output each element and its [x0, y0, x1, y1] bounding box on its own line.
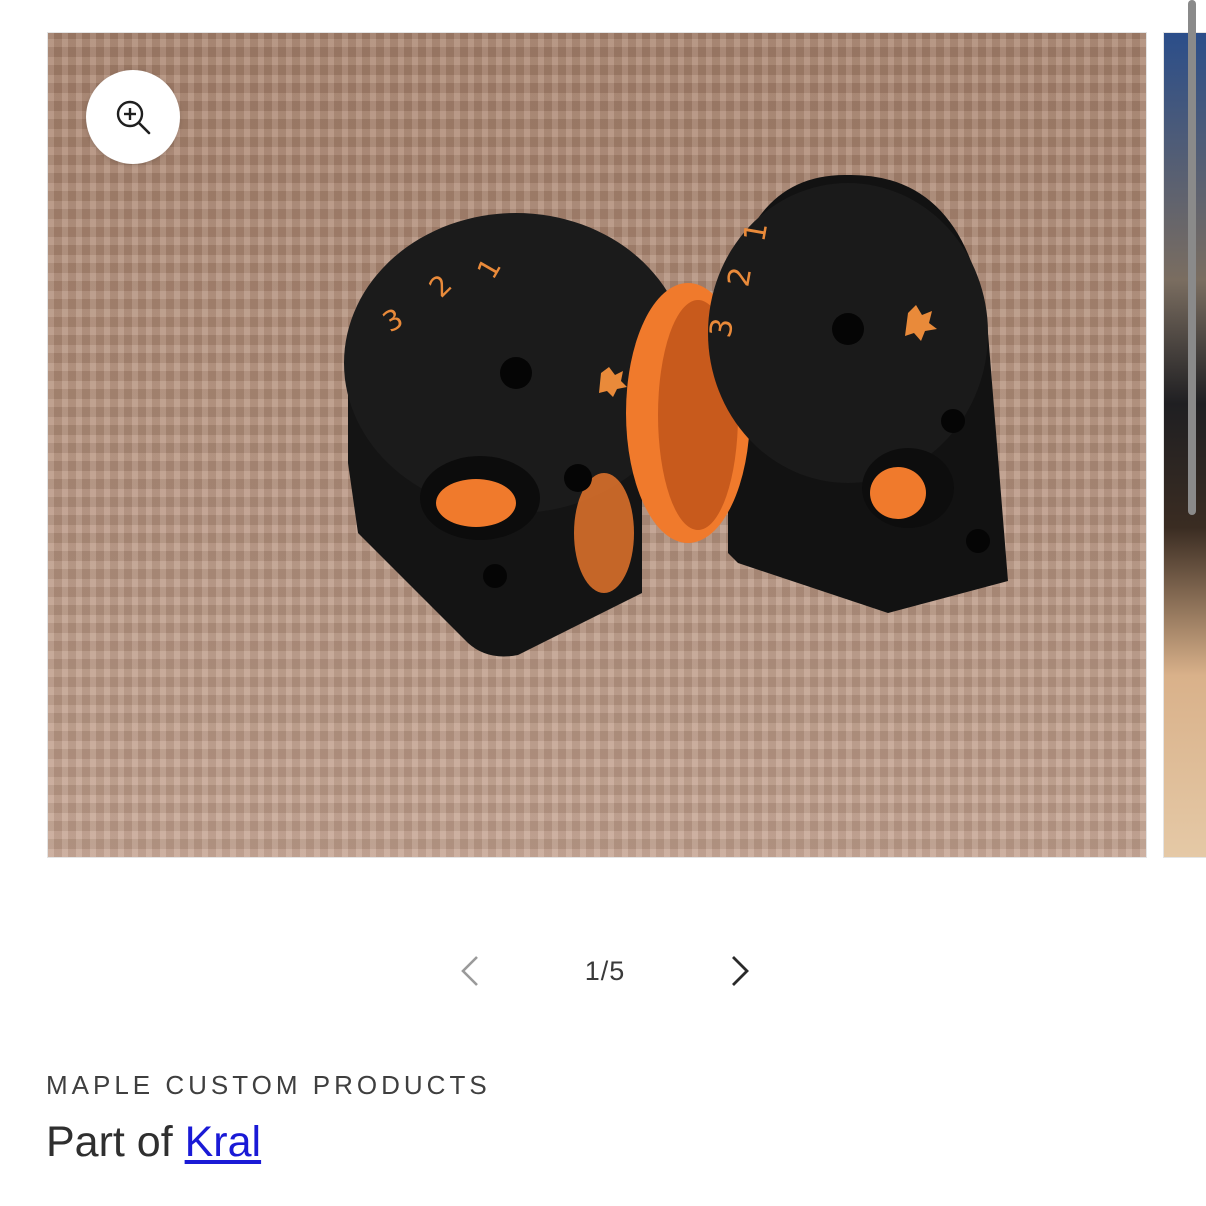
scrollbar-thumb[interactable] [1188, 0, 1196, 515]
chevron-right-icon [731, 956, 749, 986]
next-slide-button[interactable] [710, 941, 770, 1001]
slide-counter: 1/5 [584, 955, 626, 986]
product-image-slide-2-peek[interactable] [1163, 32, 1206, 858]
product-photo: 3 2 1 3 2 1 [344, 174, 1008, 657]
previous-slide-button[interactable] [440, 941, 500, 1001]
product-title: Part of Kral [46, 1118, 261, 1167]
product-image-slide-1[interactable]: 3 2 1 3 2 1 [47, 32, 1147, 858]
collection-link-kral[interactable]: Kral [185, 1118, 261, 1166]
chevron-left-icon [461, 956, 478, 986]
product-vendor: MAPLE CUSTOM PRODUCTS [46, 1070, 491, 1100]
zoom-in-icon [116, 100, 151, 135]
right-magazine: 3 2 1 [626, 174, 1008, 613]
product-gallery: 3 2 1 3 2 1 [0, 0, 1206, 880]
product-title-prefix: Part of [46, 1118, 185, 1166]
zoom-button[interactable] [86, 70, 180, 164]
slider-pagination: 1/5 [440, 940, 770, 1002]
